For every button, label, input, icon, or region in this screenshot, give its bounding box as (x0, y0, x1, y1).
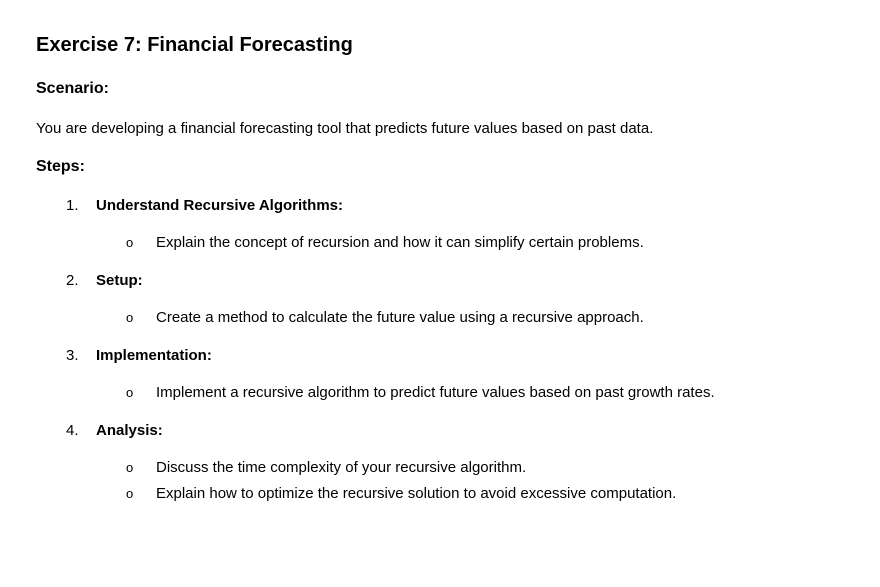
bullet-marker: o (126, 385, 134, 400)
bullet-marker: o (126, 486, 134, 501)
step-label: Implementation: (96, 347, 212, 364)
bullet-text: Create a method to calculate the future … (156, 309, 644, 326)
step-number: 4. (66, 422, 79, 439)
step-number: 3. (66, 347, 79, 364)
step-number: 1. (66, 197, 79, 214)
step-label: Understand Recursive Algorithms: (96, 197, 343, 214)
scenario-heading: Scenario: (36, 80, 109, 97)
step-item: 4. Analysis: (66, 422, 163, 439)
bullet-item: o Explain the concept of recursion and ho… (126, 234, 644, 251)
step-label: Analysis: (96, 422, 163, 439)
bullet-marker: o (126, 310, 134, 325)
bullet-item: o Create a method to calculate the future… (126, 309, 644, 326)
bullet-item: o Explain how to optimize the recursive s… (126, 485, 676, 502)
steps-heading: Steps: (36, 158, 85, 175)
document-page: Exercise 7: Financial Forecasting Scenar… (0, 0, 880, 587)
bullet-text: Implement a recursive algorithm to predi… (156, 384, 715, 401)
bullet-text: Explain how to optimize the recursive so… (156, 485, 677, 502)
step-label: Setup: (96, 272, 143, 289)
document-title: Exercise 7: Financial Forecasting (36, 34, 353, 56)
bullet-item: o Implement a recursive algorithm to pred… (126, 384, 715, 401)
step-item: 1. Understand Recursive Algorithms: (66, 197, 343, 214)
bullet-marker: o (126, 460, 134, 475)
step-number: 2. (66, 272, 79, 289)
bullet-text: Discuss the time complexity of your recu… (156, 459, 527, 476)
step-item: 2. Setup: (66, 272, 143, 289)
step-item: 3. Implementation: (66, 347, 212, 364)
bullet-text: Explain the concept of recursion and how… (156, 234, 644, 251)
scenario-text: You are developing a financial forecasti… (36, 120, 654, 137)
bullet-item: o Discuss the time complexity of your rec… (126, 459, 526, 476)
bullet-marker: o (126, 235, 134, 250)
